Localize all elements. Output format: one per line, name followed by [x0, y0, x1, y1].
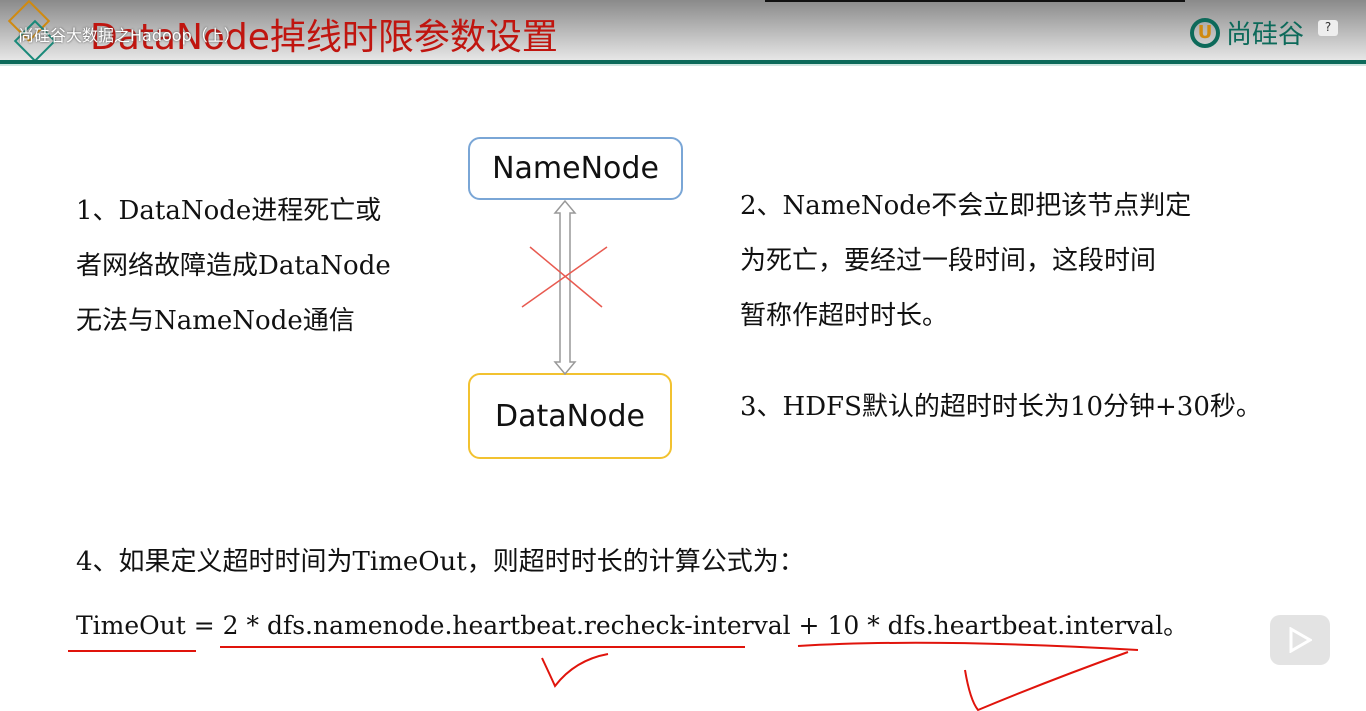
point-4: 4、如果定义超时时间为TimeOut，则超时时长的计算公式为： [76, 547, 805, 577]
help-button[interactable]: ? [1318, 20, 1338, 36]
namenode-box: NameNode [468, 137, 683, 200]
datanode-box: DataNode [468, 373, 672, 459]
point-2-line: 为死亡，要经过一段时间，这段时间 [740, 246, 1157, 276]
play-button[interactable] [1270, 615, 1330, 665]
play-icon [1289, 627, 1312, 653]
double-arrow-crossed-icon [521, 199, 608, 376]
point-1-line: 者网络故障造成DataNode [76, 251, 391, 281]
point-1-line: 1、DataNode进程死亡或 [76, 196, 382, 226]
header-divider-light [0, 64, 1366, 66]
annotation-underline [68, 650, 196, 652]
point-1-line: 无法与NameNode通信 [76, 306, 355, 336]
progress-line [765, 0, 1185, 2]
logo-u-icon: U [1190, 17, 1220, 48]
point-2-line: 暂称作超时时长。 [740, 301, 949, 331]
brand-logo: U 尚硅谷 [1190, 14, 1304, 51]
timeout-formula: TimeOut = 2 * dfs.namenode.heartbeat.rec… [76, 611, 1189, 640]
video-title: 尚硅谷大数据之Hadoop（上） [18, 26, 240, 45]
annotation-checkmarks-icon [541, 641, 1139, 711]
point-3: 3、HDFS默认的超时时长为10分钟+30秒。 [740, 392, 1262, 422]
logo-text: 尚硅谷 [1226, 20, 1305, 50]
point-2-line: 2、NameNode不会立即把该节点判定 [740, 191, 1192, 221]
